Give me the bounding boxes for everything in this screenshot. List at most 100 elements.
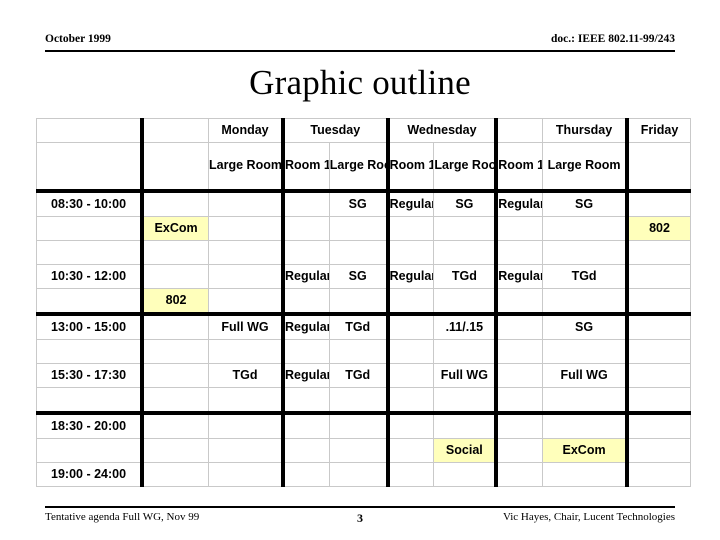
time-label-1830-2000: 18:30 - 20:00 [36,412,143,439]
cell-mon-large-r1 [208,190,284,217]
cell-tue-large-r6: TGd [328,313,389,340]
cell-tue-room1-r4: Regular [280,264,330,289]
cell-mon-large-r12 [208,462,284,487]
cell-tue-room1-r3 [280,240,330,265]
cell-thu-large-r8: Full WG [542,363,628,388]
header-cell-wednesday-large-room: Large Room [433,142,497,193]
table-row: 802 [36,288,692,316]
cell-wed-room1-r12 [385,462,435,487]
cell-fri-r12 [625,462,692,487]
header-cell-tuesday-room1: Room 1 [280,142,330,193]
table-row [36,240,692,265]
cell-wed-large-r12 [433,462,497,487]
table-row: Social ExCom [36,438,692,463]
table-row: ExCom 802 [36,216,692,241]
time-label-blank-b2 [36,339,143,364]
cell-fri-r2-802: 802 [625,216,692,241]
cell-thu-room1-r5 [494,288,544,316]
table-row: 18:30 - 20:00 [36,412,692,439]
time-label-1530-1730: 15:30 - 17:30 [36,363,143,388]
header-cell-monday-large-room: Large Room [208,142,284,193]
cell-fri-r9 [625,387,692,415]
cell-tue-large-r1: SG [328,190,389,217]
table-row: 19:00 - 24:00 [36,462,692,487]
time-label-1300-1500: 13:00 - 15:00 [36,313,143,340]
slide-footer: Tentative agenda Full WG, Nov 99 3 Vic H… [45,511,675,529]
header-cell-friday-room [625,142,692,193]
header-cell-friday: Friday [625,118,692,143]
header-cell-wednesday: Wednesday [385,118,497,143]
cell-tue-room1-r12 [280,462,330,487]
header-cell-thursday: Thursday [542,118,628,143]
cell-fri-r10 [625,412,692,439]
cell-sun-room1-r11 [140,438,210,463]
footer-author: Vic Hayes, Chair, Lucent Technologies [502,511,675,523]
cell-wed-room1-r5 [385,288,435,316]
table-row-room-headers: Large Room Room 1 Large Room Room 1 Larg… [36,142,692,193]
cell-wed-room1-r9 [385,387,435,415]
cell-thu-large-r4: TGd [542,264,628,289]
time-label-blank-a2 [36,216,143,241]
cell-wed-large-r8: Full WG [433,363,497,388]
cell-mon-large-r8: TGd [208,363,284,388]
cell-thu-large-r2 [542,216,628,241]
cell-tue-room1-r10 [280,412,330,439]
cell-fri-r6 [625,313,692,340]
time-label-0830-1000: 08:30 - 10:00 [36,190,143,217]
time-label-blank-c2 [36,438,143,463]
cell-sun-room1-r3 [140,240,210,265]
table-row: 13:00 - 15:00 Full WG Regular TGd .11/.1… [36,313,692,340]
time-label-blank-a5 [36,288,143,316]
table-row [36,339,692,364]
time-label-1900-2400: 19:00 - 24:00 [36,462,143,487]
table-row: 08:30 - 10:00 SG Regular SG Regular SG [36,190,692,217]
cell-tue-room1-r1 [280,190,330,217]
cell-wed-room1-r1: Regular [385,190,435,217]
cell-thu-room1-r3 [494,240,544,265]
cell-tue-large-r11 [328,438,389,463]
cell-tue-room1-r8: Regular [280,363,330,388]
cell-wed-room1-r2 [385,216,435,241]
cell-wed-large-r11-social: Social [433,438,497,463]
cell-thu-large-r3 [542,240,628,265]
cell-thu-room1-r7 [494,339,544,364]
cell-wed-large-r7 [433,339,497,364]
cell-sun-room1-r2-excom: ExCom [140,216,210,241]
header-cell-tuesday-large-room: Large Room [328,142,389,193]
table-row [36,387,692,415]
header-cell-thursday-large-room: Large Room [542,142,628,193]
cell-thu-room1-r10 [494,412,544,439]
cell-wed-large-r4: TGd [433,264,497,289]
cell-wed-large-r9 [433,387,497,415]
cell-sun-room1-r10 [140,412,210,439]
cell-sun-room1-r8 [140,363,210,388]
header-cell-thursday-room1: Room 1 [494,142,544,193]
cell-mon-large-r2 [208,216,284,241]
cell-fri-r1 [625,190,692,217]
cell-mon-large-r11 [208,438,284,463]
cell-tue-large-r8: TGd [328,363,389,388]
cell-thu-large-r12 [542,462,628,487]
table-row: 10:30 - 12:00 Regular SG Regular TGd Reg… [36,264,692,289]
header-cell-blank-sun-room [140,142,210,193]
cell-thu-large-r7 [542,339,628,364]
table-row-day-headers: Monday Tuesday Wednesday Thursday Friday [36,118,692,143]
cell-fri-r11 [625,438,692,463]
cell-sun-room1-r5-802: 802 [140,288,210,316]
cell-thu-large-r5 [542,288,628,316]
cell-thu-room1-r1: Regular [494,190,544,217]
cell-sun-room1-r1 [140,190,210,217]
cell-wed-large-r5 [433,288,497,316]
cell-thu-room1-r12 [494,462,544,487]
cell-mon-large-r5 [208,288,284,316]
cell-wed-room1-r4: Regular [385,264,435,289]
cell-sun-room1-r6 [140,313,210,340]
time-label-blank-a3 [36,240,143,265]
agenda-schedule-table: Monday Tuesday Wednesday Thursday Friday… [36,118,692,487]
page-title: Graphic outline [249,63,471,102]
cell-wed-room1-r8 [385,363,435,388]
cell-fri-r3 [625,240,692,265]
cell-sun-room1-r4 [140,264,210,289]
header-cell-blank-time [36,118,143,143]
cell-fri-r7 [625,339,692,364]
